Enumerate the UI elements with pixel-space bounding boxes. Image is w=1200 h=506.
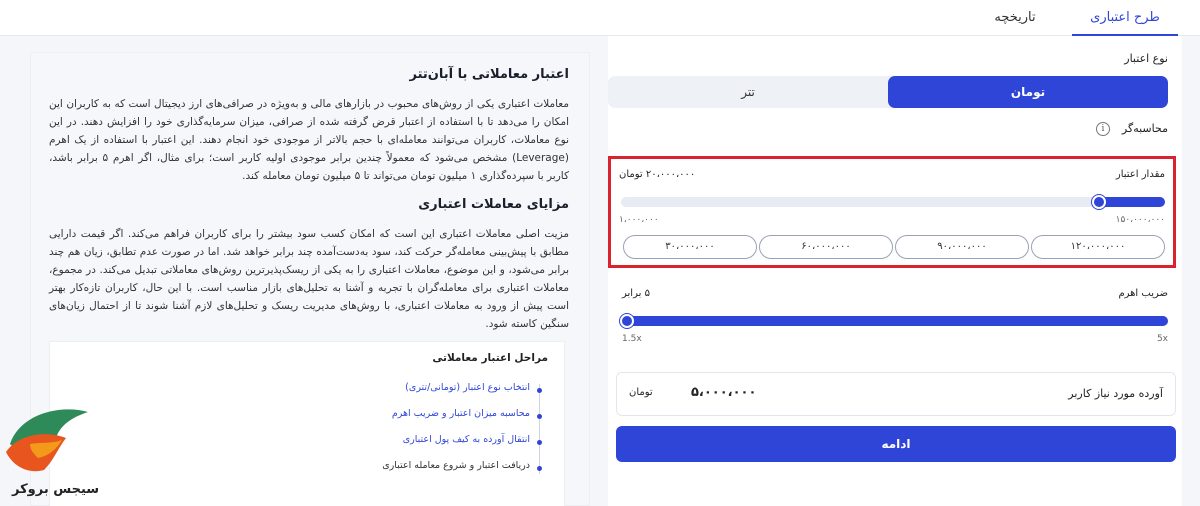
toman-option[interactable]: تومان xyxy=(888,76,1168,108)
currency-toggle: تومان تتر xyxy=(608,76,1168,108)
leverage-min-label: 1.5x xyxy=(622,334,642,344)
credit-amount-section: مقدار اعتبار ۲۰،۰۰۰،۰۰۰ تومان ۱۵۰،۰۰۰،۰۰… xyxy=(608,156,1176,268)
brand-logo-text: سیجس بروکر xyxy=(12,482,100,497)
step-4: دریافت اعتبار و شروع معامله اعتباری xyxy=(382,460,530,471)
info-paragraph-1: معاملات اعتباری یکی از روش‌های محبوب در … xyxy=(49,98,569,182)
tab-credit-plan[interactable]: طرح اعتباری xyxy=(1072,0,1178,36)
steps-timeline-line xyxy=(539,384,540,474)
required-margin-label: آورده مورد نیاز کاربر xyxy=(1068,387,1163,400)
tether-option[interactable]: تتر xyxy=(608,76,888,108)
info-icon[interactable]: i xyxy=(1096,122,1110,136)
step-2: محاسبه میزان اعتبار و ضریب اهرم xyxy=(391,408,530,419)
info-paragraph-2: مزیت اصلی معاملات اعتباری این است که امک… xyxy=(49,228,569,330)
info-title: اعتبار معاملاتی با آبان‌تتر xyxy=(409,67,569,82)
required-margin-box: آورده مورد نیاز کاربر ۵،۰۰۰،۰۰۰ تومان xyxy=(616,372,1176,416)
step-3: انتقال آورده به کیف پول اعتباری xyxy=(402,434,530,445)
steps-card: مراحل اعتبار معاملاتی انتخاب نوع اعتبار … xyxy=(49,341,565,506)
credit-amount-value: ۲۰،۰۰۰،۰۰۰ تومان xyxy=(619,169,696,180)
preset-90m[interactable]: ۹۰،۰۰۰،۰۰۰ xyxy=(895,235,1029,259)
calculator-label: محاسبه‌گر xyxy=(1121,122,1168,135)
leverage-slider-thumb[interactable] xyxy=(620,314,634,328)
advantages-title: مزایای معاملات اعتباری xyxy=(418,197,569,212)
preset-120m[interactable]: ۱۲۰،۰۰۰،۰۰۰ xyxy=(1031,235,1165,259)
required-margin-value: ۵،۰۰۰،۰۰۰ xyxy=(691,385,757,400)
leverage-slider-fill xyxy=(624,316,1168,326)
credit-amount-slider[interactable] xyxy=(621,195,1165,209)
credit-slider-thumb[interactable] xyxy=(1091,195,1106,209)
step-1: انتخاب نوع اعتبار (تومانی/تتری) xyxy=(405,382,530,393)
step-dot xyxy=(537,388,542,393)
leverage-label: ضریب اهرم xyxy=(1118,288,1168,299)
credit-type-label: نوع اعتبار xyxy=(1124,52,1168,65)
info-panel: اعتبار معاملاتی با آبان‌تتر معاملات اعتب… xyxy=(30,52,590,506)
leverage-value: ۵ برابر xyxy=(622,288,650,299)
tab-history[interactable]: تاریخچه xyxy=(980,0,1050,36)
leverage-max-label: 5x xyxy=(1156,334,1168,344)
brand-logo: سیجس بروکر xyxy=(0,404,100,506)
step-dot xyxy=(537,414,542,419)
preset-60m[interactable]: ۶۰،۰۰۰،۰۰۰ xyxy=(759,235,893,259)
credit-max-label: ۱۵۰،۰۰۰،۰۰۰ xyxy=(1115,215,1165,225)
tab-bar: طرح اعتباری تاریخچه xyxy=(0,0,1200,36)
bull-logo-icon xyxy=(6,409,88,472)
preset-30m[interactable]: ۳۰،۰۰۰،۰۰۰ xyxy=(623,235,757,259)
credit-amount-label: مقدار اعتبار xyxy=(1115,169,1165,180)
credit-form: نوع اعتبار تومان تتر محاسبه‌گر i مقدار ا… xyxy=(608,36,1182,506)
credit-slider-fill xyxy=(1095,197,1165,207)
steps-title: مراحل اعتبار معاملاتی xyxy=(432,352,548,364)
credit-min-label: ۱،۰۰۰،۰۰۰ xyxy=(619,215,659,225)
leverage-slider[interactable] xyxy=(620,314,1168,328)
continue-button[interactable]: ادامه xyxy=(616,426,1176,462)
step-dot xyxy=(537,440,542,445)
step-dot xyxy=(537,466,542,471)
required-margin-unit: تومان xyxy=(629,387,653,398)
